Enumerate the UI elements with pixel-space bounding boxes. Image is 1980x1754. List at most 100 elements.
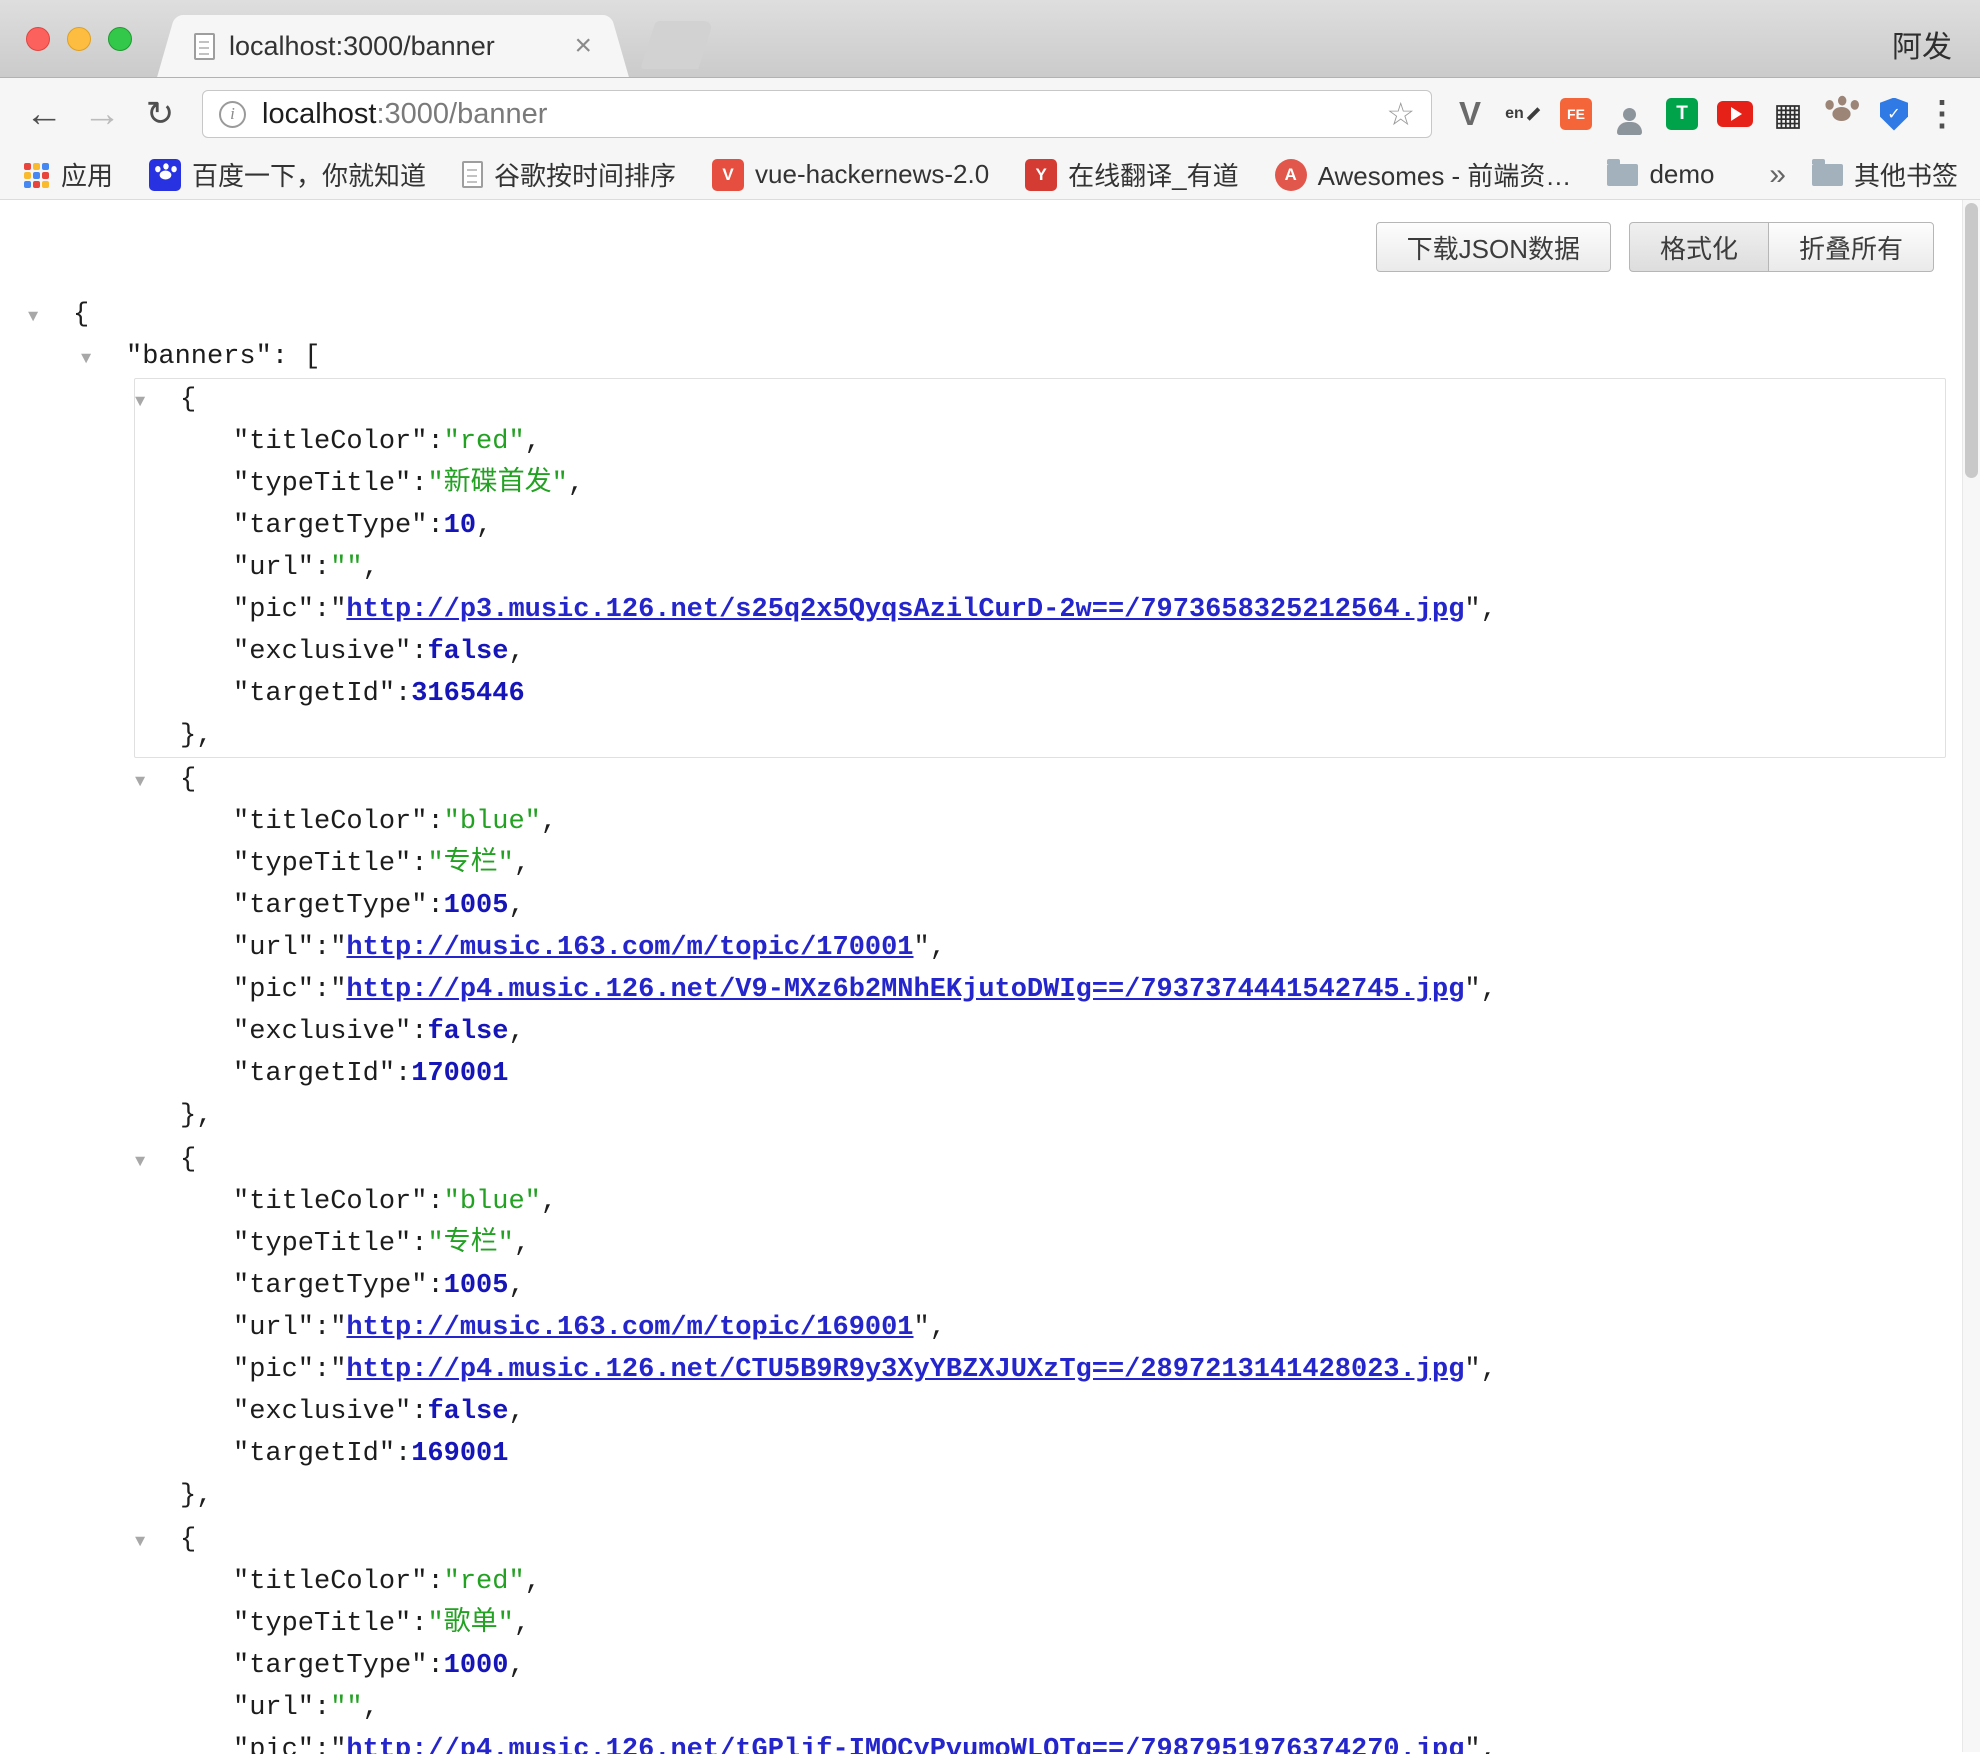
json-line: ▼},	[135, 1475, 1945, 1517]
json-number-value: 1000	[444, 1645, 509, 1687]
folder-icon	[1607, 164, 1638, 186]
download-json-button[interactable]: 下载JSON数据	[1376, 222, 1611, 272]
traffic-lights	[26, 27, 132, 51]
json-object: ▼{▼"titleColor": "blue",▼"typeTitle": "专…	[134, 758, 1946, 1138]
bookmark-item[interactable]: Y在线翻译_有道	[1025, 156, 1238, 193]
vimium-extension-icon[interactable]: V	[1448, 92, 1492, 136]
json-punctuation: "	[1464, 1355, 1480, 1385]
json-key: "titleColor"	[233, 421, 427, 463]
json-punctuation: {	[180, 1139, 196, 1181]
profile-name[interactable]: 阿发	[1892, 22, 1952, 66]
json-page-toolbar: 下载JSON数据 格式化 折叠所有	[0, 200, 1980, 280]
collapse-toggle-icon[interactable]: ▼	[135, 382, 180, 424]
translate-extension-icon[interactable]: en	[1501, 92, 1545, 136]
collapse-toggle-icon[interactable]: ▼	[135, 1522, 180, 1564]
collapse-toggle-icon[interactable]: ▼	[135, 1142, 180, 1184]
other-bookmarks-label: 其他书签	[1854, 156, 1958, 193]
url-host: localhost	[262, 98, 376, 130]
collapse-toggle-icon[interactable]: ▼	[28, 297, 73, 339]
tab-close-icon[interactable]: ×	[574, 31, 592, 61]
youtube-extension-icon[interactable]	[1713, 92, 1757, 136]
json-line: ▼"targetId": 3165446	[188, 673, 1945, 715]
new-tab-button[interactable]	[640, 21, 714, 69]
json-key: "pic"	[233, 969, 314, 1011]
json-punctuation: "	[330, 1355, 346, 1385]
json-punctuation: ,	[508, 631, 524, 673]
json-punctuation: :	[427, 885, 443, 927]
bookmark-item[interactable]: Vvue-hackernews-2.0	[712, 159, 989, 191]
json-punctuation: :	[314, 1349, 330, 1391]
json-link[interactable]: http://p4.music.126.net/tGPljf-IMOCyPvum…	[346, 1735, 1464, 1754]
json-key: "targetId"	[233, 1053, 395, 1095]
bookmark-label: Awesomes - 前端资…	[1318, 156, 1572, 193]
collapse-toggle-icon[interactable]: ▼	[135, 762, 180, 804]
json-punctuation: "	[330, 975, 346, 1005]
json-punctuation: ,	[514, 843, 530, 885]
json-line: ▼"titleColor": "blue",	[188, 1181, 1945, 1223]
minimize-window-button[interactable]	[67, 27, 91, 51]
json-key: "targetId"	[233, 1433, 395, 1475]
address-bar[interactable]: i localhost:3000/banner ☆	[202, 90, 1432, 138]
json-line: ▼"targetId": 169001	[188, 1433, 1945, 1475]
page-info-icon[interactable]: i	[219, 101, 246, 128]
extensions-row: VenFE T ▦ ✓	[1448, 92, 1916, 136]
json-punctuation: },	[180, 1095, 212, 1137]
format-button[interactable]: 格式化	[1629, 222, 1769, 272]
paw-extension-icon[interactable]	[1819, 92, 1863, 136]
bookmark-item[interactable]: demo	[1607, 159, 1714, 190]
shield-extension-icon[interactable]: ✓	[1872, 92, 1916, 136]
collapse-all-button[interactable]: 折叠所有	[1768, 222, 1934, 272]
json-link[interactable]: http://p4.music.126.net/V9-MXz6b2MNhEKju…	[346, 975, 1464, 1005]
reload-button[interactable]: ↻	[134, 88, 186, 140]
json-line: ▼"targetType": 10,	[188, 505, 1945, 547]
json-line: ▼"titleColor": "blue",	[188, 801, 1945, 843]
json-punctuation: {	[180, 759, 196, 801]
json-link[interactable]: http://music.163.com/m/topic/169001	[346, 1313, 913, 1343]
close-window-button[interactable]	[26, 27, 50, 51]
youdao-icon: Y	[1025, 159, 1057, 191]
forward-button[interactable]: →	[76, 88, 128, 140]
browser-tab[interactable]: localhost:3000/banner ×	[178, 15, 608, 77]
json-punctuation: ,	[541, 801, 557, 843]
json-punctuation: :	[314, 1687, 330, 1729]
bookmark-item[interactable]: AAwesomes - 前端资…	[1275, 156, 1572, 193]
json-punctuation: ,	[476, 505, 492, 547]
json-punctuation: :	[427, 1181, 443, 1223]
bookmarks-overflow-chevron-icon[interactable]: »	[1769, 158, 1786, 192]
json-punctuation: ,	[568, 463, 584, 505]
bookmark-item[interactable]: 百度一下，你就知道	[149, 156, 426, 193]
tampermonkey-extension-icon[interactable]: T	[1660, 92, 1704, 136]
json-punctuation: ,	[514, 1603, 530, 1645]
json-line: ▼"url": "",	[188, 547, 1945, 589]
bookmark-item[interactable]: 谷歌按时间排序	[462, 156, 676, 193]
scrollbar-track[interactable]	[1962, 200, 1980, 1752]
json-punctuation: :	[411, 1223, 427, 1265]
other-bookmarks-folder[interactable]: 其他书签	[1812, 156, 1958, 193]
json-line: ▼"url": "http://music.163.com/m/topic/16…	[188, 1307, 1945, 1349]
json-key: "titleColor"	[233, 801, 427, 843]
collapse-toggle-icon[interactable]: ▼	[81, 339, 126, 381]
bookmark-item[interactable]: 应用	[22, 156, 113, 193]
json-link[interactable]: http://p4.music.126.net/CTU5B9R9y3XyYBZX…	[346, 1355, 1464, 1385]
window-titlebar: localhost:3000/banner × 阿发	[0, 0, 1980, 78]
collab-extension-icon[interactable]	[1607, 92, 1651, 136]
zoom-window-button[interactable]	[108, 27, 132, 51]
back-button[interactable]: ←	[18, 88, 70, 140]
fe-extension-icon[interactable]: FE	[1554, 92, 1598, 136]
json-punctuation: ,	[525, 421, 541, 463]
json-link[interactable]: http://p3.music.126.net/s25q2x5QyqsAzilC…	[346, 595, 1464, 625]
json-line: ▼"exclusive": false,	[188, 1391, 1945, 1433]
url-text[interactable]: localhost:3000/banner	[262, 98, 1374, 131]
scrollbar-thumb[interactable]	[1965, 203, 1978, 478]
json-string-value: ""	[330, 547, 362, 589]
json-number-value: false	[427, 631, 508, 673]
browser-menu-icon[interactable]: ⋮	[1922, 92, 1962, 136]
json-punctuation: :	[411, 1603, 427, 1645]
vue-icon: V	[712, 159, 744, 191]
qrcode-extension-icon[interactable]: ▦	[1766, 92, 1810, 136]
json-line: ▼"typeTitle": "歌单",	[188, 1603, 1945, 1645]
json-link[interactable]: http://music.163.com/m/topic/170001	[346, 933, 913, 963]
bookmark-star-icon[interactable]: ☆	[1386, 95, 1415, 133]
json-punctuation: :	[411, 1391, 427, 1433]
json-punctuation: :	[427, 421, 443, 463]
